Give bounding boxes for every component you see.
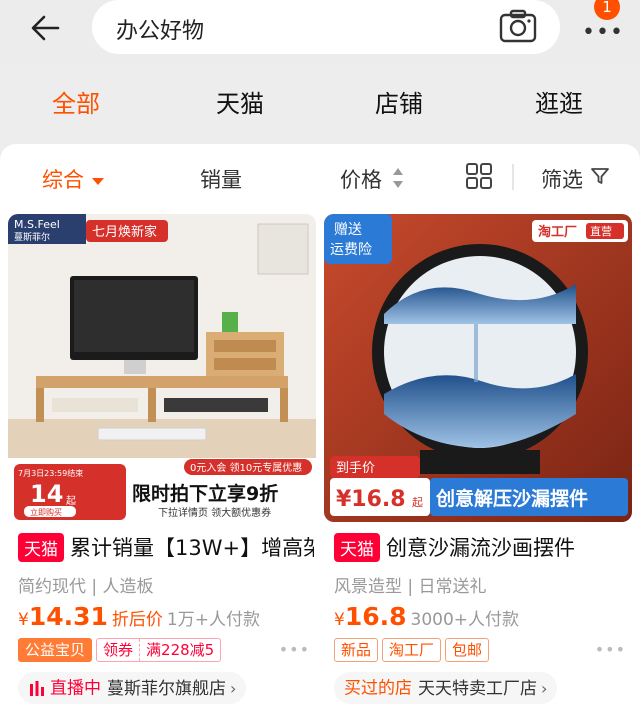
currency-symbol: ¥ — [334, 610, 345, 630]
price-row: ¥14.31 折后价 1万+人付款 — [18, 602, 260, 631]
tags-row: 新品 淘工厂 包邮 ••• — [334, 638, 630, 664]
live-label: 直播中 — [50, 678, 101, 699]
caret-down-icon — [92, 177, 104, 185]
tab-browse[interactable]: 逛逛 — [535, 84, 583, 119]
filter-label[interactable]: 筛选 — [541, 164, 583, 194]
tag-charity: 公益宝贝 — [18, 638, 93, 662]
product-attributes: 风景造型 | 日常送礼 — [334, 577, 487, 597]
sub-promo-text: 下拉详情页 领大额优惠券 — [158, 506, 271, 519]
bought-before-label: 买过的店 — [344, 678, 412, 699]
tags-row: 公益宝贝 领券 满228减5 ••• — [18, 638, 314, 664]
coupon-line-text: 0元入会 领10元专属优惠 — [190, 461, 302, 474]
shop-name[interactable]: 蔓斯菲尔旗舰店 — [107, 679, 226, 699]
tab-tmall[interactable]: 天猫 — [216, 84, 264, 119]
shop-row[interactable]: 直播中 蔓斯菲尔旗舰店 › — [18, 672, 247, 704]
deal-price-text: ¥16.8 — [336, 487, 406, 512]
more-options-icon[interactable]: ••• — [595, 640, 626, 659]
product-title-row[interactable]: 天猫累计销量【13W+】增高架桌面电脑显示器 — [18, 532, 314, 566]
sort-price[interactable]: 价格 — [340, 164, 382, 194]
product-image-art: 赠送 运费险 淘工厂 直营 到手价 ¥16.8 起 创意解压沙漏摆件 — [324, 214, 632, 522]
sort-comprehensive[interactable]: 综合 — [42, 164, 104, 194]
shop-name[interactable]: 天天特卖工厂店 — [418, 679, 537, 699]
product-image-art: M.S.Feel 蔓斯菲尔 七月焕新家 0元入会 领10元专属优惠 7月3日23… — [8, 214, 316, 522]
brand-tag2-text: 直营 — [590, 224, 612, 238]
product-card[interactable]: M.S.Feel 蔓斯菲尔 七月焕新家 0元入会 领10元专属优惠 7月3日23… — [8, 214, 316, 712]
grab-text: 限时拍下立享9折 — [132, 482, 278, 505]
tab-all[interactable]: 全部 — [52, 84, 100, 119]
camera-icon[interactable] — [498, 7, 538, 47]
product-title-row[interactable]: 天猫 创意沙漏流沙画摆件 — [334, 532, 630, 566]
tag-new: 新品 — [334, 638, 379, 662]
image-price-text: 14 — [30, 480, 63, 508]
chevron-right-icon: › — [230, 678, 237, 698]
product-price: 16.8 — [344, 602, 407, 631]
buy-now-text: 立即购买 — [30, 507, 62, 517]
price-note: 折后价 — [111, 610, 163, 630]
price-row: ¥16.8 3000+人付款 — [334, 602, 519, 631]
deal-unit-text: 起 — [412, 496, 423, 509]
search-query[interactable]: 办公好物 — [116, 13, 204, 45]
date-line-text: 7月3日23:59结束 — [18, 468, 83, 478]
back-arrow-icon[interactable] — [28, 10, 64, 46]
banner-text: 创意解压沙漏摆件 — [435, 487, 588, 510]
product-card[interactable]: 赠送 运费险 淘工厂 直营 到手价 ¥16.8 起 创意解压沙漏摆件 天猫 创意… — [324, 214, 632, 712]
deal-label-text: 到手价 — [336, 461, 375, 476]
live-bars-icon — [30, 680, 44, 696]
filter-funnel-icon[interactable] — [590, 166, 610, 186]
sort-divider — [512, 164, 514, 190]
sold-count: 3000+人付款 — [410, 610, 520, 630]
tab-shops[interactable]: 店铺 — [375, 84, 423, 119]
results-panel: 综合 销量 价格 筛选 M.S.Feel 蔓斯菲尔 七月焕新家 0元入会 领10… — [0, 144, 640, 712]
grid-view-icon[interactable] — [465, 162, 493, 190]
corner-bottom-text: 运费险 — [330, 242, 372, 258]
top-bar: 办公好物 ••• 1 — [0, 0, 640, 66]
sort-bar: 综合 销量 价格 筛选 — [0, 144, 640, 210]
more-options-icon[interactable]: ••• — [279, 640, 310, 659]
result-tabs: 全部 天猫 店铺 逛逛 — [0, 84, 640, 130]
sort-sales[interactable]: 销量 — [200, 164, 242, 194]
more-dots-icon: ••• — [582, 20, 624, 45]
promo-text: 七月焕新家 — [92, 224, 157, 240]
product-title[interactable]: 创意沙漏流沙画摆件 — [386, 536, 575, 560]
product-attributes: 简约现代 | 人造板 — [18, 577, 154, 597]
chevron-right-icon: › — [541, 678, 548, 698]
corner-top-text: 赠送 — [334, 222, 362, 238]
currency-symbol: ¥ — [18, 610, 29, 630]
product-image[interactable]: 赠送 运费险 淘工厂 直营 到手价 ¥16.8 起 创意解压沙漏摆件 — [324, 214, 632, 522]
shop-row[interactable]: 买过的店 天天特卖工厂店 › — [334, 672, 558, 704]
image-price-unit: 起 — [66, 495, 76, 507]
sort-comprehensive-label: 综合 — [42, 168, 84, 192]
tag-coupon-label: 领券 — [97, 639, 141, 661]
sold-count: 1万+人付款 — [166, 610, 260, 630]
tag-coupon[interactable]: 领券 满228减5 — [96, 638, 222, 662]
tmall-badge: 天猫 — [334, 532, 380, 562]
search-box[interactable]: 办公好物 — [92, 0, 560, 54]
tag-factory: 淘工厂 — [382, 638, 442, 662]
product-title[interactable]: 累计销量【13W+】增高架桌面电脑显示器 — [70, 536, 314, 560]
product-image[interactable]: M.S.Feel 蔓斯菲尔 七月焕新家 0元入会 领10元专属优惠 7月3日23… — [8, 214, 316, 522]
product-price: 14.31 — [28, 602, 108, 631]
tmall-badge: 天猫 — [18, 532, 64, 562]
brand-cn-text: 蔓斯菲尔 — [14, 231, 50, 243]
brand-tag-text: 淘工厂 — [538, 224, 577, 240]
tag-coupon-value: 满228减5 — [146, 641, 215, 659]
sort-updown-icon[interactable] — [392, 166, 404, 190]
tag-free-shipping: 包邮 — [445, 638, 490, 662]
brand-logo-text: M.S.Feel — [14, 218, 60, 231]
